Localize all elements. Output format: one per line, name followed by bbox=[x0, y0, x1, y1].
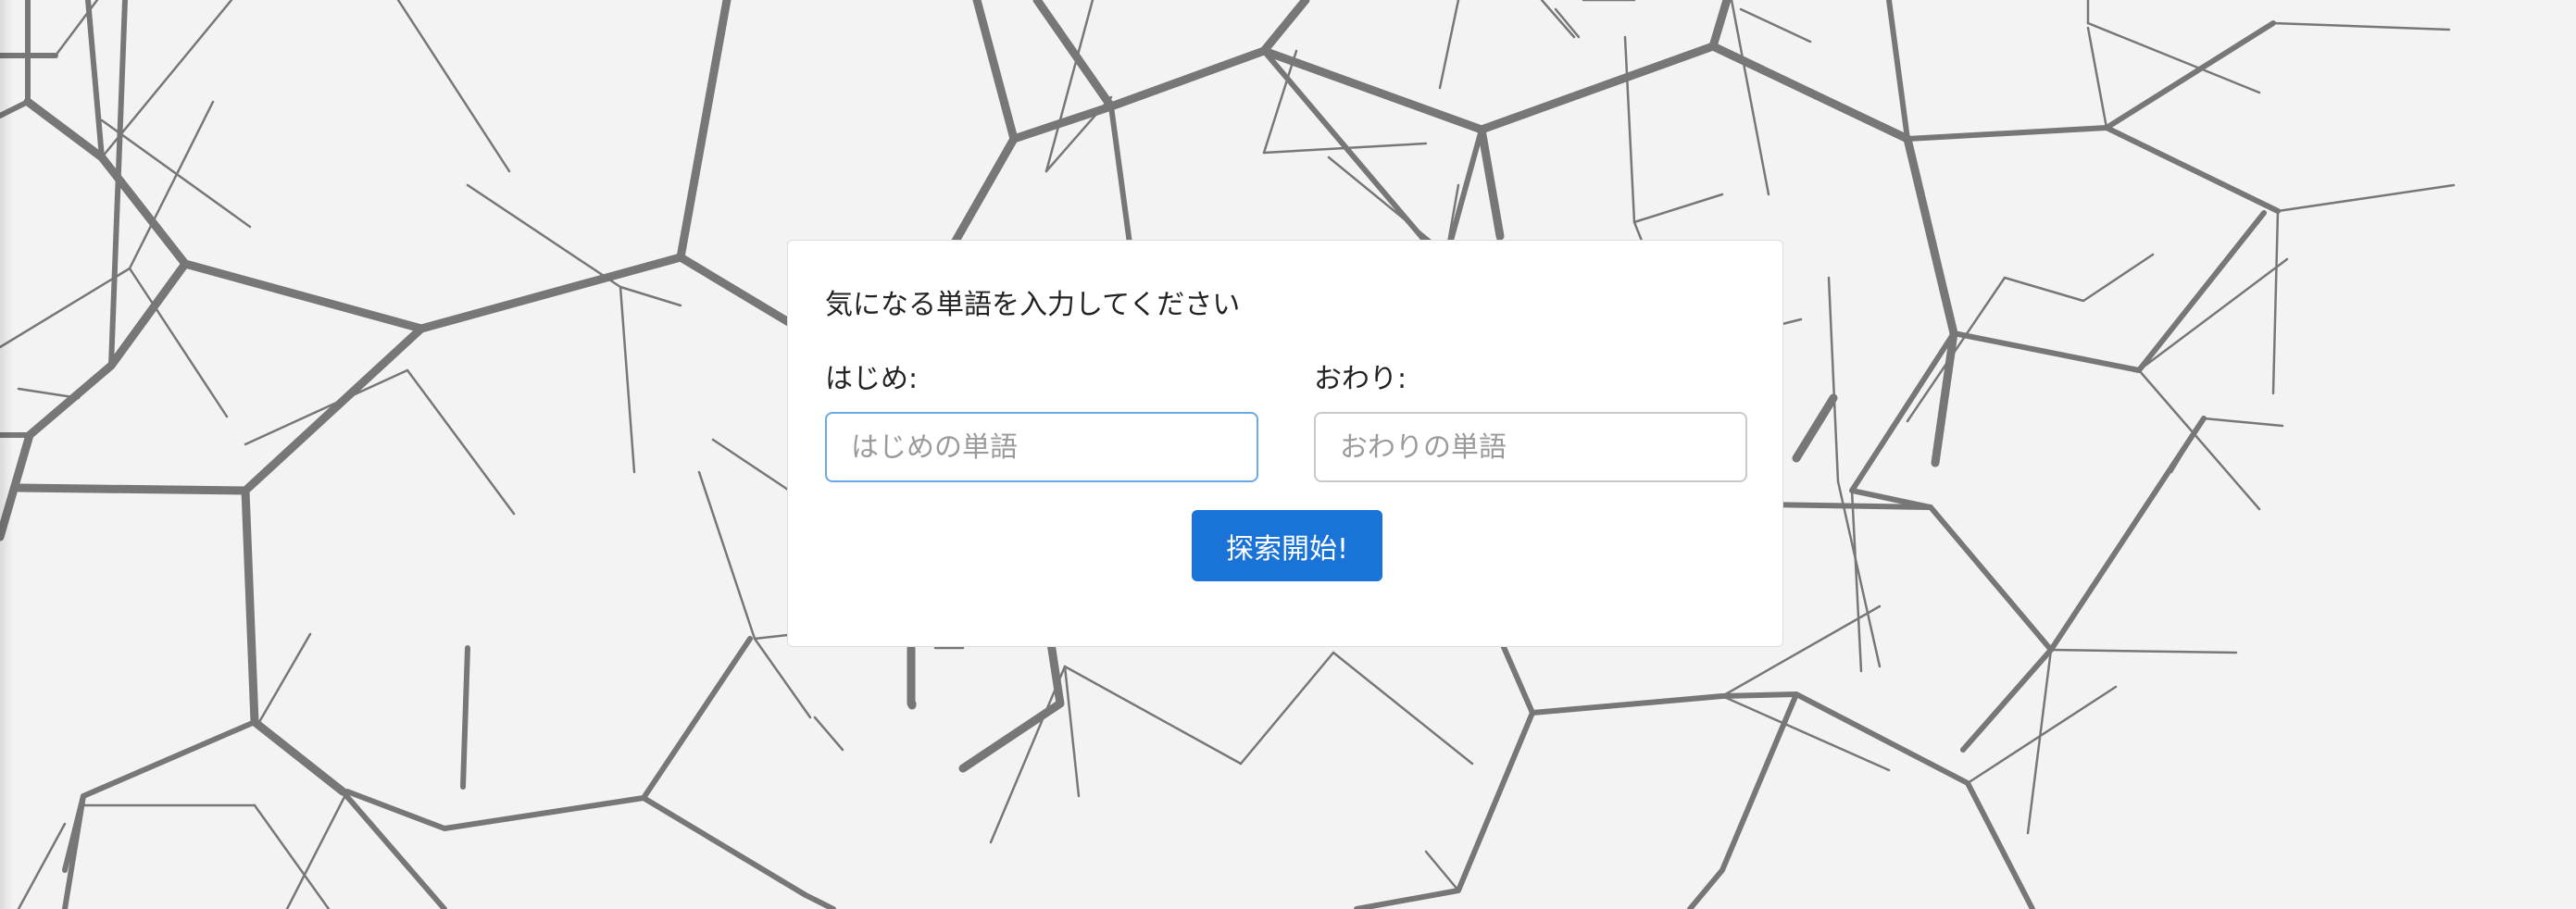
end-word-label: おわり: bbox=[1314, 363, 1407, 395]
word-search-form: 気になる単語を入力してください はじめ: おわり: 探索開始! bbox=[787, 240, 1783, 647]
left-edge-shadow bbox=[0, 0, 13, 909]
start-word-label: はじめ: bbox=[825, 363, 919, 395]
start-word-input[interactable] bbox=[825, 412, 1258, 482]
start-search-button[interactable]: 探索開始! bbox=[1192, 510, 1382, 581]
form-prompt: 気になる単語を入力してください bbox=[825, 289, 1241, 321]
end-word-input[interactable] bbox=[1314, 412, 1747, 482]
